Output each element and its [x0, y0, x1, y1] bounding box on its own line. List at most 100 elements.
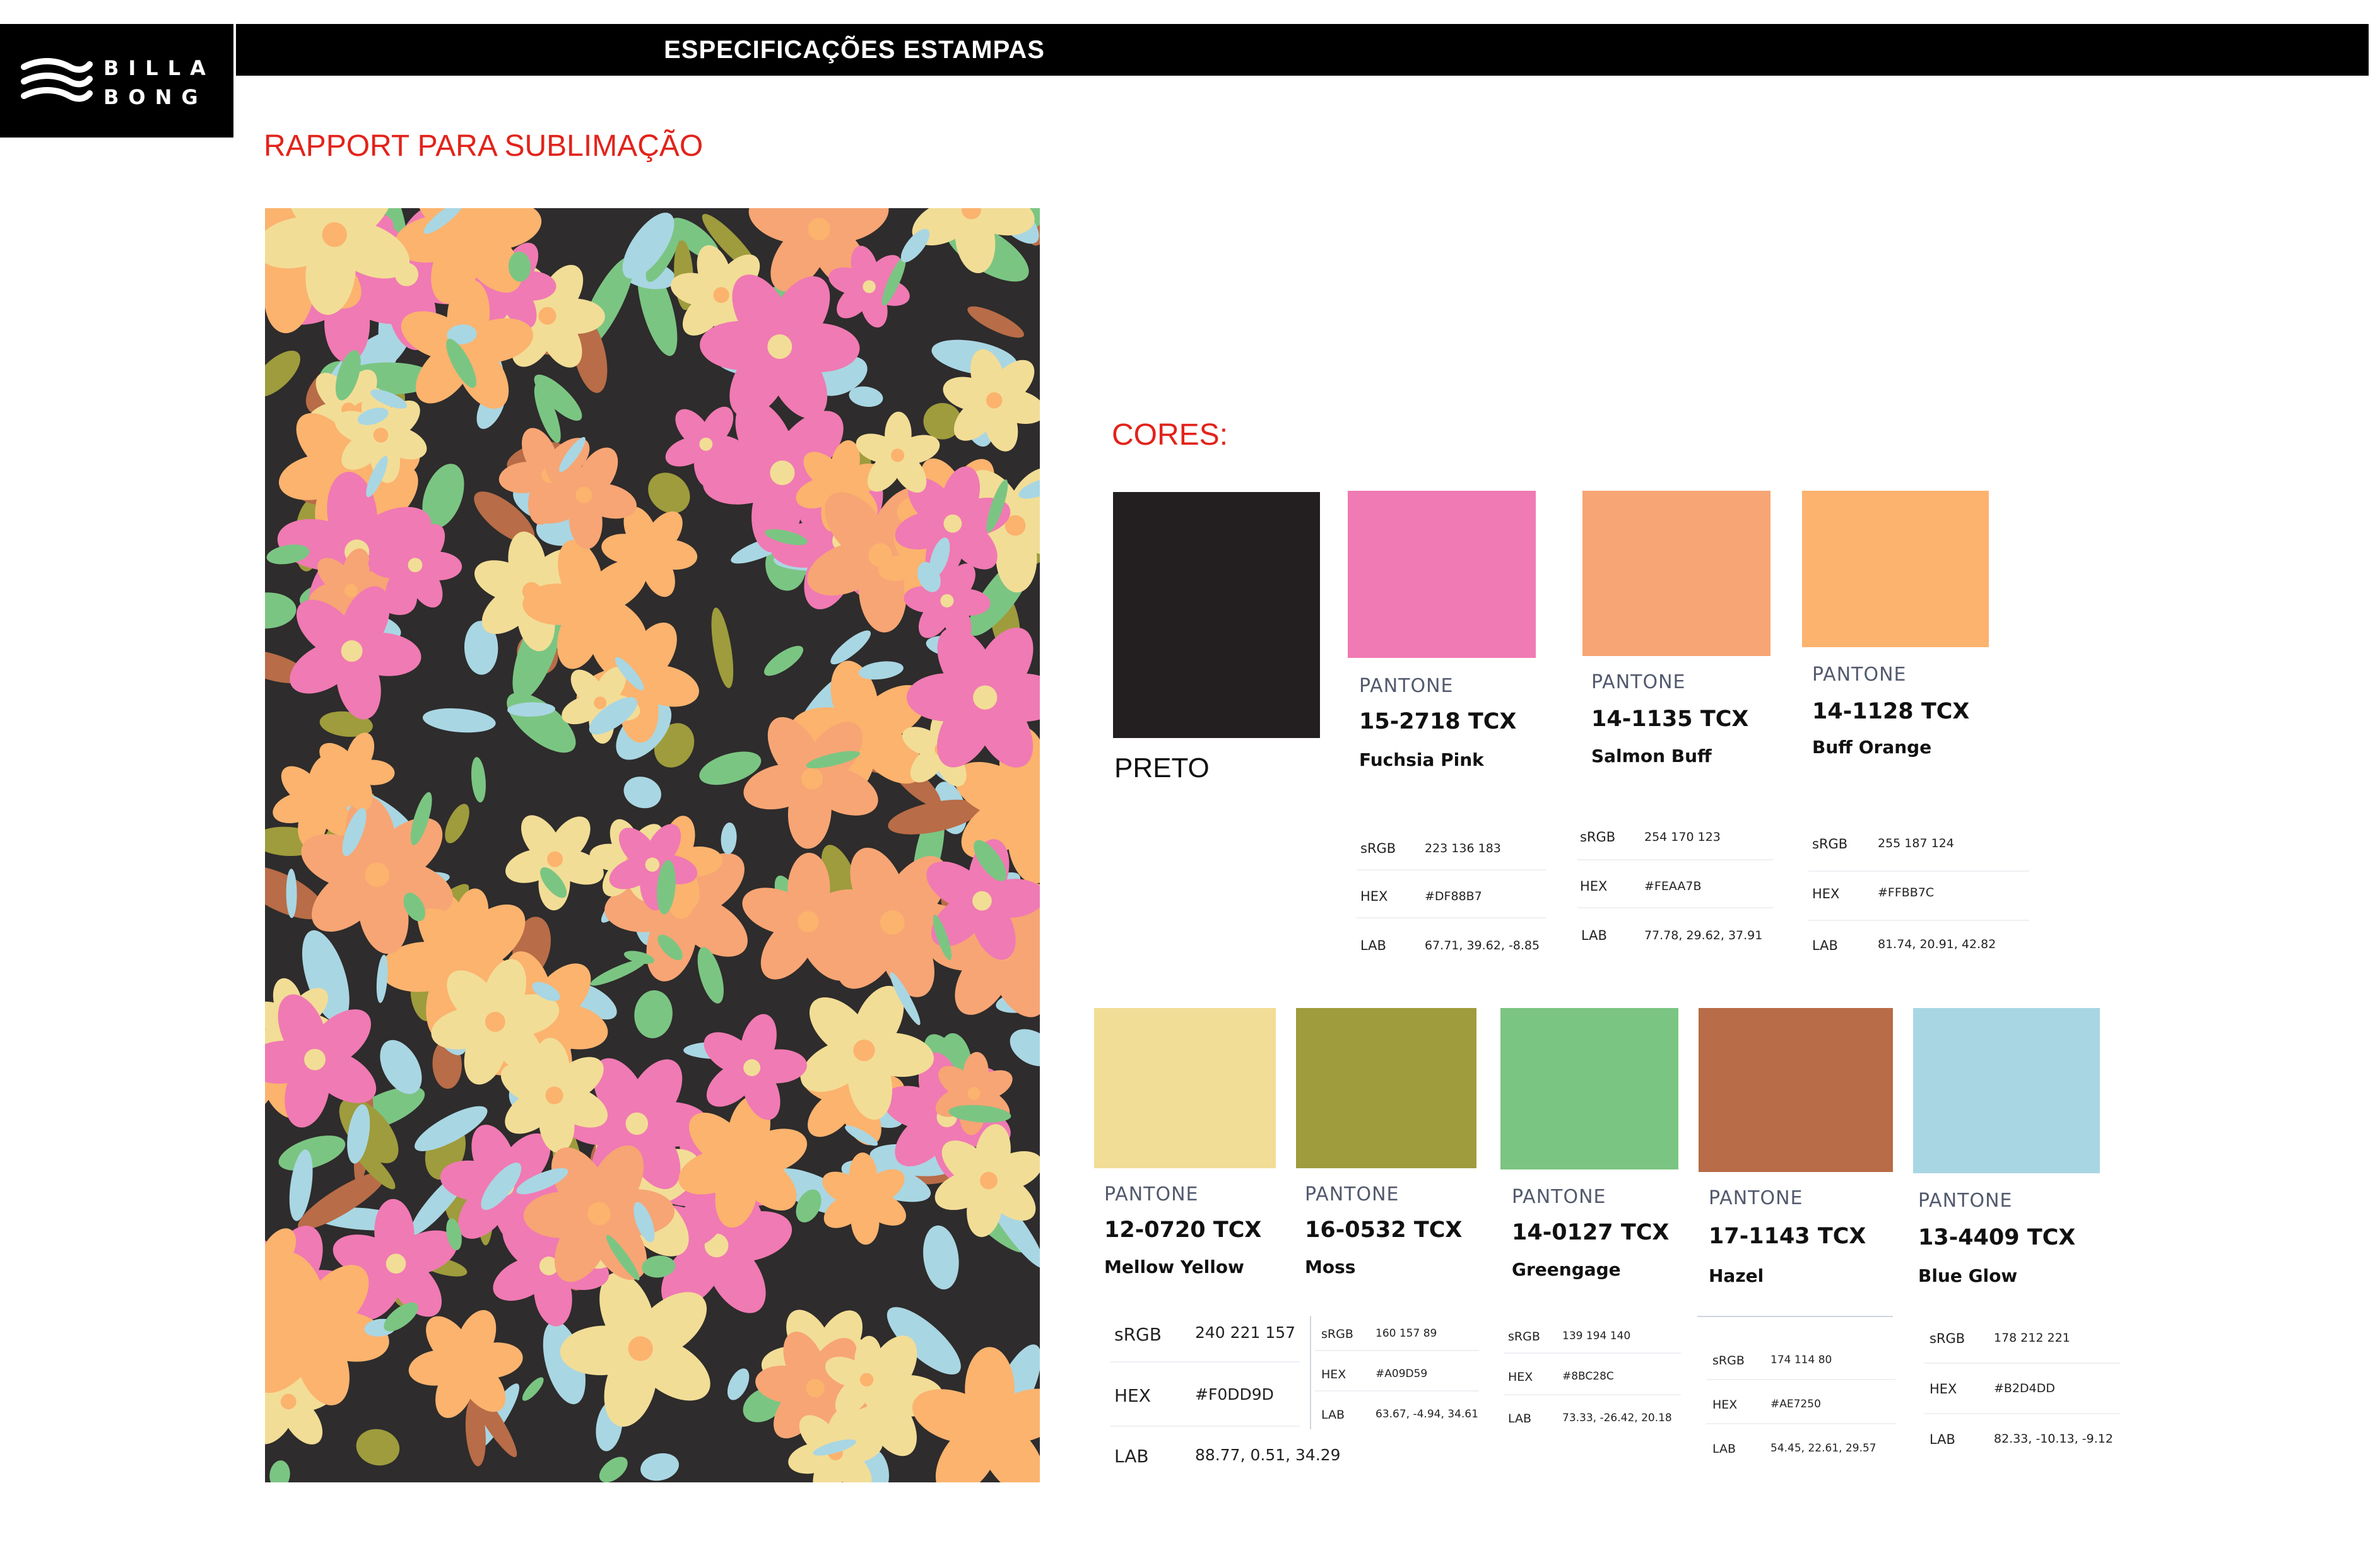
spec-top-rule	[1697, 1316, 1893, 1317]
flower-center	[547, 851, 563, 867]
pantone-code: 17-1143 TCX	[1709, 1224, 1866, 1249]
pantone-name: Fuchsia Pink	[1359, 749, 1484, 770]
flower-center	[365, 862, 390, 888]
hex-label: HEX	[1321, 1368, 1346, 1381]
swatch-salmon-buff	[1582, 491, 1770, 656]
flower-center	[373, 428, 389, 443]
hex-value: #DF88B7	[1425, 889, 1482, 903]
spec-divider	[1924, 1363, 2120, 1364]
hex-label: HEX	[1580, 879, 1608, 894]
hex-label: HEX	[1360, 889, 1388, 904]
flower-center	[594, 696, 607, 710]
hex-value: #A09D59	[1376, 1368, 1428, 1380]
pantone-label: PANTONE	[1709, 1187, 1803, 1209]
flower-center	[642, 544, 657, 560]
flower-center	[386, 1253, 406, 1274]
spec-divider	[1808, 920, 2029, 921]
flower-center	[973, 685, 998, 710]
lab-label: LAB	[1581, 928, 1607, 943]
lab-label: LAB	[1812, 938, 1838, 953]
swatch-label-preto: PRETO	[1114, 753, 1210, 783]
srgb-value: 178 212 221	[1994, 1331, 2070, 1345]
swatch-mellow-yellow	[1094, 1008, 1276, 1168]
hex-value: #8BC28C	[1562, 1370, 1614, 1383]
spec-divider	[1504, 1394, 1681, 1395]
flower-center	[341, 640, 363, 662]
flower-center	[972, 891, 992, 911]
swatch-fuchsia-pink	[1348, 491, 1536, 658]
flower-center	[457, 1355, 475, 1373]
flower-center	[1016, 792, 1040, 818]
pantone-label: PANTONE	[1104, 1183, 1199, 1205]
logo-wordmark-line-2: BONG	[103, 85, 208, 109]
flower-center	[863, 280, 876, 293]
flower-center	[347, 765, 360, 778]
pantone-label: PANTONE	[1305, 1183, 1399, 1205]
srgb-label: sRGB	[1812, 836, 1848, 852]
flower-center	[579, 594, 601, 615]
srgb-value: 240 221 157	[1195, 1323, 1296, 1342]
srgb-label: sRGB	[1114, 1324, 1162, 1345]
lab-value: 82.33, -10.13, -9.12	[1994, 1432, 2113, 1446]
spec-divider	[1706, 1379, 1895, 1380]
lab-label: LAB	[1360, 938, 1386, 953]
flower-center	[298, 1316, 323, 1342]
spec-divider	[1706, 1423, 1895, 1424]
spec-divider	[1924, 1413, 2120, 1414]
pantone-name: Greengage	[1512, 1259, 1621, 1280]
pantone-label: PANTONE	[1359, 675, 1454, 697]
flower-center	[859, 1373, 874, 1387]
swatch-buff-orange	[1802, 491, 1989, 647]
hex-value: #FFBB7C	[1878, 886, 1935, 900]
flower-center	[457, 932, 474, 950]
flower-center	[880, 910, 905, 935]
hex-value: #F0DD9D	[1195, 1385, 1274, 1404]
lab-label: LAB	[1712, 1442, 1736, 1456]
lab-value: 73.33, -26.42, 20.18	[1562, 1412, 1672, 1424]
pantone-label: PANTONE	[1591, 671, 1686, 693]
flower-center	[853, 1039, 875, 1062]
spec-divider	[1808, 870, 2029, 872]
flower-center	[986, 392, 1003, 409]
pantone-name: Hazel	[1709, 1265, 1764, 1286]
flower-center	[408, 558, 423, 573]
flower-center	[645, 857, 660, 872]
pantone-name: Buff Orange	[1812, 737, 1932, 758]
swatch-greengage	[1500, 1008, 1678, 1169]
srgb-value: 254 170 123	[1644, 830, 1721, 844]
hex-label: HEX	[1114, 1385, 1151, 1406]
swatch-blue-glow	[1913, 1008, 2100, 1173]
flower-center	[344, 583, 358, 597]
spec-divider	[1110, 1361, 1300, 1363]
flower-center	[280, 1393, 297, 1410]
section-title-rapport: RAPPORT PARA SUBLIMAÇÃO	[264, 129, 704, 163]
srgb-label: sRGB	[1508, 1330, 1540, 1344]
lab-value: 67.71, 39.62, -8.85	[1425, 939, 1540, 952]
flower-center	[767, 334, 792, 360]
srgb-value: 160 157 89	[1376, 1327, 1437, 1340]
flower-center	[625, 1112, 649, 1135]
spec-divider	[1315, 1350, 1479, 1351]
pantone-code: 15-2718 TCX	[1359, 709, 1517, 734]
flower-center	[943, 514, 962, 533]
flower-center	[456, 221, 480, 244]
flower-center	[890, 448, 905, 462]
flower-center	[587, 1202, 611, 1226]
spec-vertical-divider	[1310, 1316, 1311, 1429]
page-title: ESPECIFICAÇÕES ESTAMPAS	[664, 36, 1045, 64]
flower-center	[713, 287, 729, 303]
billabong-wave-logo-icon	[21, 58, 93, 102]
logo-wordmark-line-1: BILLA	[103, 56, 215, 80]
spec-divider	[1315, 1390, 1479, 1392]
hex-label: HEX	[1929, 1381, 1957, 1397]
srgb-value: 255 187 124	[1878, 836, 1954, 850]
flower-center	[798, 911, 819, 933]
lab-value: 88.77, 0.51, 34.29	[1195, 1446, 1341, 1464]
flower-center	[628, 1336, 653, 1361]
pantone-label: PANTONE	[1512, 1186, 1606, 1208]
srgb-label: sRGB	[1580, 829, 1616, 845]
flower-center	[801, 768, 823, 790]
pantone-code: 12-0720 TCX	[1104, 1217, 1262, 1243]
flower-center	[732, 1151, 753, 1172]
spec-divider	[1110, 1426, 1300, 1427]
